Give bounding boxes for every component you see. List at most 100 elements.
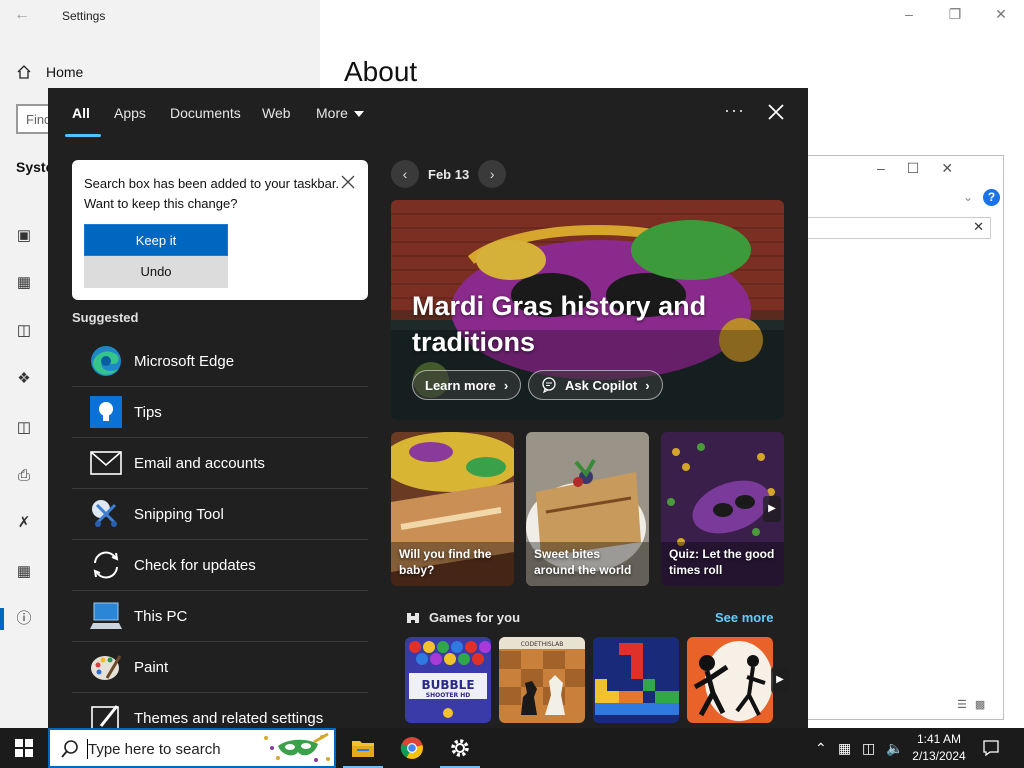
learn-more-button[interactable]: Learn more › (412, 370, 522, 400)
chess-image: CODETHISLAB (499, 637, 585, 723)
components-icon[interactable]: ▦ (15, 563, 33, 581)
show-hidden-icons-button[interactable]: ⌃ (815, 728, 827, 768)
tab-all[interactable]: All (72, 105, 90, 121)
games-row: BUBBLE SHOOTER HD CODETHISLAB ▶ (405, 637, 789, 723)
back-arrow-icon[interactable]: ← (14, 6, 30, 24)
tablet-icon[interactable]: ◫ (15, 419, 33, 437)
suggested-item-label: Snipping Tool (134, 505, 224, 523)
game-tile-chess[interactable]: CODETHISLAB (499, 637, 585, 723)
sync-icon (86, 545, 126, 585)
undo-button[interactable]: Undo (84, 256, 228, 288)
clock[interactable]: 1:41 AM 2/13/2024 (904, 731, 974, 765)
snipping-tool-icon (86, 494, 126, 534)
suggested-item-paint[interactable]: Paint (72, 642, 368, 693)
file-explorer-button[interactable] (339, 728, 387, 768)
display-icon[interactable]: ▣ (15, 227, 33, 245)
info-icon[interactable]: ⓘ (15, 610, 33, 628)
keep-it-button[interactable]: Keep it (84, 224, 228, 256)
tab-more-label: More (316, 105, 348, 121)
tab-more[interactable]: More (316, 105, 364, 121)
network-icon[interactable]: ◫ (862, 728, 875, 768)
maximize-icon[interactable]: ☐ (907, 160, 920, 177)
shared-experiences-icon[interactable]: ❖ (15, 370, 33, 388)
caret-down-icon (353, 111, 364, 118)
mail-icon (86, 443, 126, 483)
news-tile-caption: Will you find the baby? (399, 547, 492, 577)
news-tile-caption: Sweet bites around the world (534, 547, 632, 577)
suggested-item-label: Microsoft Edge (134, 352, 235, 370)
search-tabs: All Apps Documents Web More ··· (48, 88, 808, 138)
clipboard-icon[interactable]: ⎙ (15, 467, 33, 485)
game-title: BUBBLE (421, 678, 474, 692)
games-heading: Games for you (405, 610, 520, 625)
news-tile[interactable]: Will you find the baby? (391, 432, 514, 586)
brush-icon (86, 698, 126, 728)
dismiss-icon[interactable] (340, 174, 356, 190)
address-field[interactable]: ✕ (807, 217, 991, 239)
computer-icon (86, 596, 126, 636)
mardi-gras-mask-icon (258, 732, 334, 764)
sidebar-item-label: Home (46, 64, 84, 80)
hero-card[interactable]: Mardi Gras history and traditions Learn … (391, 200, 784, 420)
secondary-window: – ☐ ✕ ⌄ ? ✕ ☰ ▩ (807, 155, 1004, 720)
help-icon[interactable]: ? (983, 189, 1000, 206)
learn-more-label: Learn more (425, 377, 496, 393)
details-view-icon[interactable]: ☰ (957, 698, 967, 711)
close-icon[interactable]: ✕ (986, 6, 1016, 23)
minimize-icon[interactable]: – (894, 6, 924, 22)
suggested-item-edge[interactable]: Microsoft Edge (72, 336, 368, 387)
sidebar-item-home[interactable]: Home (16, 64, 83, 80)
next-games-button[interactable]: ▶ (771, 667, 789, 693)
edge-icon (86, 341, 126, 381)
settings-app-button[interactable] (436, 728, 484, 768)
tab-apps[interactable]: Apps (114, 105, 146, 121)
chevron-down-icon[interactable]: ⌄ (963, 190, 973, 204)
next-day-button[interactable]: › (478, 160, 507, 188)
suggested-item-email-accounts[interactable]: Email and accounts (72, 438, 368, 489)
chrome-button[interactable] (388, 728, 436, 768)
close-icon[interactable] (764, 100, 788, 124)
clear-icon[interactable]: ✕ (973, 219, 984, 235)
tab-documents[interactable]: Documents (170, 105, 241, 121)
suggested-item-check-updates[interactable]: Check for updates (72, 540, 368, 591)
ask-copilot-button[interactable]: Ask Copilot › (528, 370, 663, 400)
taskbar-search-box[interactable]: Type here to search (48, 728, 336, 768)
previous-day-button[interactable]: ‹ (391, 160, 419, 188)
gear-icon (451, 739, 469, 757)
projecting-icon[interactable]: ◫ (15, 322, 33, 340)
volume-muted-icon[interactable]: 🔈 (886, 728, 903, 768)
news-tile-caption: Quiz: Let the good times roll (669, 547, 775, 577)
page-title: About (344, 56, 418, 87)
games-heading-label: Games for you (429, 610, 521, 625)
hero-title: Mardi Gras history and traditions (412, 291, 707, 357)
suggested-item-tips[interactable]: Tips (72, 387, 368, 438)
more-options-icon[interactable]: ··· (724, 100, 745, 121)
game-tile-stickman[interactable] (687, 637, 773, 723)
next-tiles-button[interactable]: ▶ (763, 496, 781, 522)
minimize-icon[interactable]: – (877, 160, 885, 177)
security-tray-icon[interactable]: ▦ (838, 728, 851, 768)
chevron-right-icon: › (645, 377, 650, 393)
chevron-up-icon: ⌃ (815, 739, 827, 756)
windows-logo-icon (15, 739, 33, 757)
game-tile-blocks[interactable] (593, 637, 679, 723)
see-more-link[interactable]: See more (715, 610, 774, 625)
multitasking-icon[interactable]: ▦ (15, 274, 33, 292)
taskbar-notification-card: Search box has been added to your taskba… (72, 160, 368, 300)
tab-web[interactable]: Web (262, 105, 291, 121)
game-tile-bubble-shooter[interactable]: BUBBLE SHOOTER HD (405, 637, 491, 723)
news-tile[interactable]: Sweet bites around the world (526, 432, 649, 586)
active-indicator (0, 608, 4, 630)
close-icon[interactable]: ✕ (941, 160, 953, 177)
suggested-item-snipping-tool[interactable]: Snipping Tool (72, 489, 368, 540)
restore-icon[interactable]: ❐ (940, 6, 970, 23)
action-center-button[interactable] (982, 728, 1000, 768)
paint-icon (86, 647, 126, 687)
remote-desktop-icon[interactable]: ✗ (15, 514, 33, 532)
large-icons-view-icon[interactable]: ▩ (975, 698, 985, 711)
suggested-item-this-pc[interactable]: This PC (72, 591, 368, 642)
ask-copilot-label: Ask Copilot (565, 377, 638, 393)
suggested-item-themes[interactable]: Themes and related settings (72, 693, 368, 728)
search-input[interactable]: Type here to search (88, 741, 221, 758)
start-button[interactable] (0, 728, 48, 768)
